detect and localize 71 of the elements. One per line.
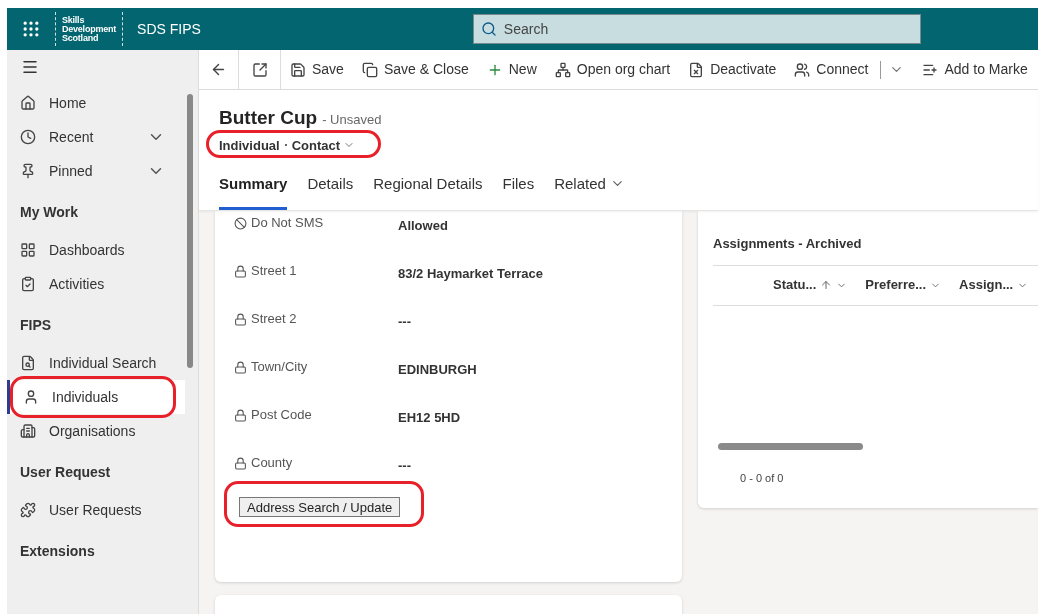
field-value: EH12 5HD — [398, 409, 461, 428]
nav-item[interactable]: Recent — [7, 120, 185, 154]
building-icon — [20, 423, 36, 439]
clock-icon — [20, 129, 36, 145]
field-value: EDINBURGH — [398, 361, 477, 380]
puzzle-icon — [20, 502, 36, 518]
field-label: Street 2 — [251, 310, 297, 329]
org-chart-icon — [554, 61, 571, 78]
command-button[interactable]: Save & Close — [352, 53, 478, 86]
address-search-button[interactable]: Address Search / Update — [239, 497, 401, 517]
people-icon — [794, 61, 811, 78]
nav-item[interactable]: Individual Search — [7, 346, 185, 380]
command-button[interactable]: Open org chart — [545, 53, 680, 86]
subgrid-title: Assignments - Archived — [713, 235, 863, 253]
column-header[interactable]: Assign... — [959, 275, 1029, 295]
nav-item[interactable]: Activities — [7, 267, 185, 301]
field-value: 83/2 Haymarket Terrace — [398, 265, 544, 284]
search-icon — [480, 21, 497, 37]
pop-out-icon[interactable] — [251, 61, 268, 78]
app-launcher-icon[interactable] — [21, 19, 41, 39]
field-value: --- — [398, 457, 411, 476]
section-heading: FIPS — [20, 316, 53, 335]
save-status: - Unsaved — [322, 111, 382, 129]
pager-text: 0 - 0 of 0 — [740, 470, 785, 486]
record-title: Butter Cup — [219, 106, 318, 130]
home-icon — [20, 95, 36, 111]
clipboard-icon — [20, 276, 36, 292]
save-close-icon — [361, 61, 378, 78]
nav-item[interactable]: Home — [7, 86, 185, 120]
field-value: Allowed — [398, 217, 448, 236]
nav-item[interactable]: Organisations — [7, 414, 185, 448]
entity-name: Individual — [219, 136, 280, 155]
nav-item[interactable]: Individuals — [7, 380, 185, 414]
tab[interactable]: Regional Details — [373, 172, 483, 210]
nav-item[interactable]: User Requests — [7, 493, 185, 527]
tab[interactable]: Details — [307, 172, 354, 210]
tab[interactable]: Related — [554, 172, 625, 210]
nav-item[interactable]: Pinned — [7, 154, 185, 188]
field-label: Street 1 — [251, 262, 297, 281]
sort-arrow-icon — [820, 279, 833, 291]
search-field[interactable]: Search — [472, 14, 921, 44]
deactivate-icon — [688, 61, 705, 78]
field-label: Post Code — [251, 406, 312, 425]
tab[interactable]: Files — [502, 172, 535, 210]
menu-icon[interactable] — [21, 58, 39, 76]
command-button[interactable]: New — [477, 53, 546, 86]
back-icon[interactable] — [210, 61, 227, 78]
section-heading: Extensions — [20, 542, 96, 561]
command-button[interactable]: Add to Marke — [913, 53, 1037, 86]
logo-text: Development — [62, 24, 117, 34]
form-selector[interactable]: Contact — [291, 135, 356, 155]
person-icon — [23, 389, 39, 405]
logo-text: Scotland — [62, 33, 99, 43]
app-name[interactable]: SDS FIPS — [137, 18, 201, 40]
dashboard-icon — [20, 242, 36, 258]
field-value: --- — [398, 313, 411, 332]
pin-icon — [20, 163, 36, 179]
column-header[interactable]: Statu... — [773, 275, 848, 295]
nav-item[interactable]: Dashboards — [7, 233, 185, 267]
document-icon — [20, 355, 36, 371]
field-label: County — [251, 454, 293, 473]
logo-text: Skills — [62, 15, 86, 25]
command-button[interactable]: Deactivate — [679, 53, 786, 86]
section-heading: User Request — [20, 463, 112, 482]
column-header[interactable]: Preferre... — [865, 275, 942, 295]
save-icon — [290, 61, 306, 78]
command-button[interactable]: Connect — [785, 53, 914, 86]
field-label: Town/City — [251, 358, 308, 377]
command-button[interactable]: Save — [281, 53, 353, 86]
section-heading: My Work — [20, 203, 80, 222]
field-label: Do Not SMS — [251, 214, 324, 233]
